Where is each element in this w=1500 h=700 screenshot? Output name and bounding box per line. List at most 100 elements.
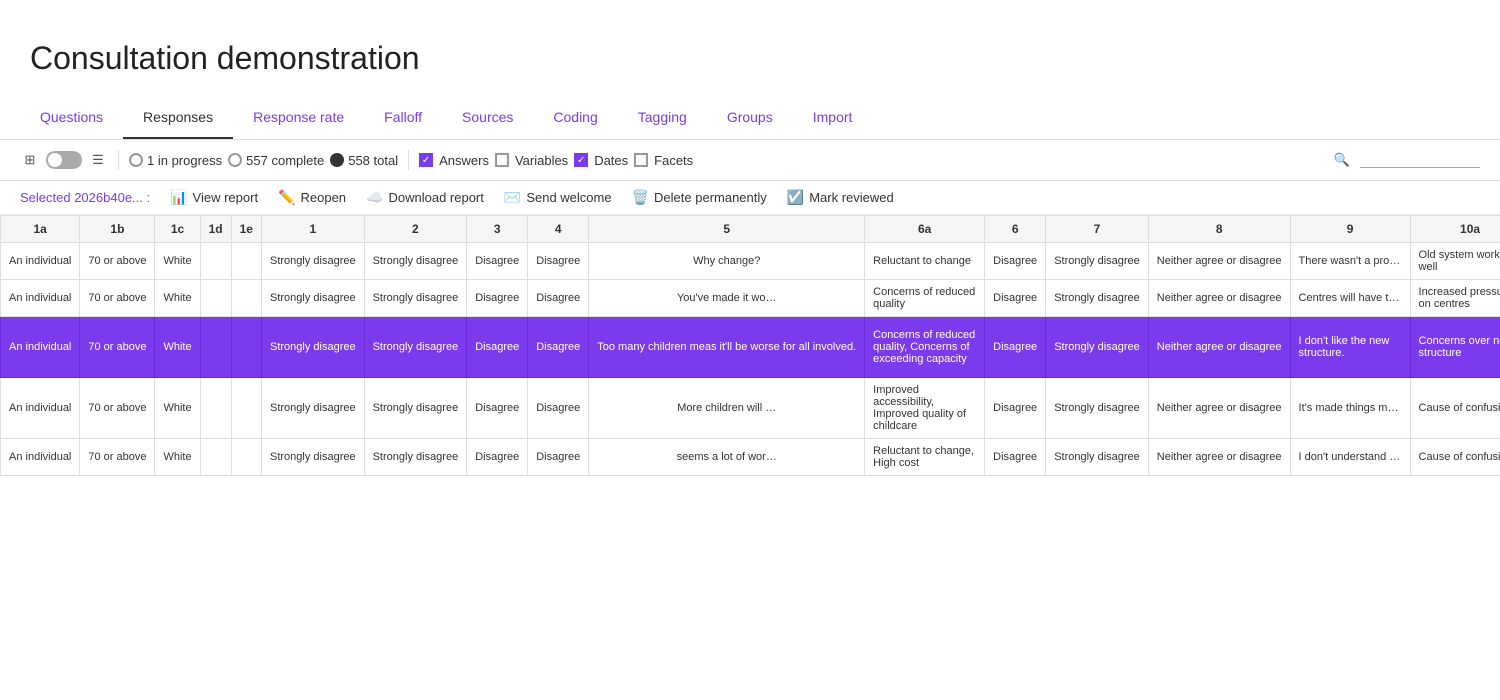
table-row[interactable]: An individual70 or aboveWhiteStrongly di… [1, 243, 1500, 280]
col-header-1b[interactable]: 1b [80, 216, 155, 243]
table-cell-r0-c2: White [155, 243, 200, 280]
variables-checkbox[interactable] [495, 153, 509, 167]
mark-reviewed-button[interactable]: ☑️ Mark reviewed [787, 189, 894, 206]
total-radio[interactable]: 558 total [330, 153, 398, 168]
table-cell-r0-c0: An individual [1, 243, 80, 280]
mark-reviewed-icon: ☑️ [787, 189, 804, 206]
table-cell-r1-c11: Disagree [985, 280, 1046, 317]
in-progress-radio-circle [129, 153, 143, 167]
in-progress-label: 1 in progress [147, 153, 222, 168]
table-cell-r0-c10: Reluctant to change [865, 243, 985, 280]
page-title: Consultation demonstration [0, 0, 1500, 97]
total-label: 558 total [348, 153, 398, 168]
table-cell-r2-c14: I don't like the new structure. [1290, 317, 1410, 378]
col-header-10a[interactable]: 10a [1410, 216, 1500, 243]
actions-bar: Selected 2026b40e... : 📊 View report ✏️ … [0, 181, 1500, 215]
view-report-label: View report [193, 190, 259, 205]
separator-1 [118, 150, 119, 170]
col-header-9[interactable]: 9 [1290, 216, 1410, 243]
table-cell-r3-c12: Strongly disagree [1046, 378, 1149, 439]
table-cell-r1-c10: Concerns of reduced quality [865, 280, 985, 317]
complete-label: 557 complete [246, 153, 324, 168]
data-table: 1a1b1c1d1e123456a678910a10111213 An indi… [0, 215, 1500, 476]
mark-reviewed-label: Mark reviewed [809, 190, 894, 205]
search-button[interactable]: 🔍 [1330, 148, 1354, 172]
col-header-2[interactable]: 2 [364, 216, 467, 243]
view-report-icon: 📊 [170, 189, 187, 206]
col-header-4[interactable]: 4 [528, 216, 589, 243]
col-header-1[interactable]: 1 [261, 216, 364, 243]
tab-groups[interactable]: Groups [707, 97, 793, 139]
reopen-icon: ✏️ [278, 189, 295, 206]
table-cell-r3-c9: More children will … [589, 378, 865, 439]
tab-questions[interactable]: Questions [20, 97, 123, 139]
facets-checkbox[interactable] [634, 153, 648, 167]
table-cell-r1-c1: 70 or above [80, 280, 155, 317]
table-row[interactable]: An individual70 or aboveWhiteStrongly di… [1, 378, 1500, 439]
grid-icon[interactable]: ⊞ [20, 150, 40, 170]
col-header-1a[interactable]: 1a [1, 216, 80, 243]
col-header-7[interactable]: 7 [1046, 216, 1149, 243]
delete-permanently-button[interactable]: 🗑️ Delete permanently [632, 189, 767, 206]
tabs-bar: Questions Responses Response rate Fallof… [0, 97, 1500, 140]
table-cell-r3-c11: Disagree [985, 378, 1046, 439]
col-header-1d[interactable]: 1d [200, 216, 231, 243]
view-toggle[interactable] [46, 151, 82, 169]
table-cell-r1-c9: You've made it wo… [589, 280, 865, 317]
tab-import[interactable]: Import [793, 97, 873, 139]
col-header-1e[interactable]: 1e [231, 216, 261, 243]
send-icon: ✉️ [504, 189, 521, 206]
send-welcome-button[interactable]: ✉️ Send welcome [504, 189, 612, 206]
view-report-button[interactable]: 📊 View report [170, 189, 258, 206]
col-header-8[interactable]: 8 [1148, 216, 1290, 243]
col-header-1c[interactable]: 1c [155, 216, 200, 243]
table-cell-r4-c1: 70 or above [80, 439, 155, 476]
table-cell-r1-c15: Increased pressure on centres [1410, 280, 1500, 317]
table-cell-r4-c13: Neither agree or disagree [1148, 439, 1290, 476]
download-report-button[interactable]: ☁️ Download report [366, 189, 484, 206]
complete-radio[interactable]: 557 complete [228, 153, 324, 168]
table-cell-r1-c7: Disagree [467, 280, 528, 317]
data-table-wrapper: 1a1b1c1d1e123456a678910a10111213 An indi… [0, 215, 1500, 476]
tab-responses[interactable]: Responses [123, 97, 233, 139]
col-header-5[interactable]: 5 [589, 216, 865, 243]
table-cell-r2-c0: An individual [1, 317, 80, 378]
table-cell-r3-c10: Improved accessibility, Improved quality… [865, 378, 985, 439]
complete-radio-circle [228, 153, 242, 167]
table-cell-r3-c7: Disagree [467, 378, 528, 439]
table-cell-r2-c15: Concerns over new structure [1410, 317, 1500, 378]
tab-tagging[interactable]: Tagging [618, 97, 707, 139]
table-cell-r0-c15: Old system worked well [1410, 243, 1500, 280]
in-progress-radio[interactable]: 1 in progress [129, 153, 222, 168]
answers-checkbox[interactable]: ✓ [419, 153, 433, 167]
tab-response-rate[interactable]: Response rate [233, 97, 364, 139]
reopen-button[interactable]: ✏️ Reopen [278, 189, 346, 206]
table-row[interactable]: An individual70 or aboveWhiteStrongly di… [1, 317, 1500, 378]
table-row[interactable]: An individual70 or aboveWhiteStrongly di… [1, 280, 1500, 317]
dates-label: Dates [594, 153, 628, 168]
table-header-row: 1a1b1c1d1e123456a678910a10111213 [1, 216, 1500, 243]
total-radio-circle [330, 153, 344, 167]
col-header-6a[interactable]: 6a [865, 216, 985, 243]
table-cell-r0-c3 [200, 243, 231, 280]
table-cell-r4-c8: Disagree [528, 439, 589, 476]
table-cell-r0-c8: Disagree [528, 243, 589, 280]
tab-coding[interactable]: Coding [533, 97, 617, 139]
list-icon[interactable]: ☰ [88, 150, 108, 170]
search-input[interactable] [1360, 152, 1480, 168]
table-cell-r4-c4 [231, 439, 261, 476]
table-row[interactable]: An individual70 or aboveWhiteStrongly di… [1, 439, 1500, 476]
separator-2 [408, 150, 409, 170]
col-header-6[interactable]: 6 [985, 216, 1046, 243]
tab-falloff[interactable]: Falloff [364, 97, 442, 139]
tab-sources[interactable]: Sources [442, 97, 533, 139]
table-cell-r2-c12: Strongly disagree [1046, 317, 1149, 378]
table-cell-r3-c5: Strongly disagree [261, 378, 364, 439]
table-cell-r2-c5: Strongly disagree [261, 317, 364, 378]
dates-checkbox[interactable]: ✓ [574, 153, 588, 167]
table-cell-r2-c10: Concerns of reduced quality, Concerns of… [865, 317, 985, 378]
table-cell-r4-c2: White [155, 439, 200, 476]
answers-label: Answers [439, 153, 489, 168]
col-header-3[interactable]: 3 [467, 216, 528, 243]
table-cell-r2-c1: 70 or above [80, 317, 155, 378]
